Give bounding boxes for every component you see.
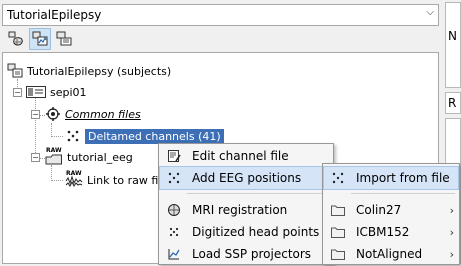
menu-item-digitized-head-points[interactable]: Digitized head points › — [160, 221, 332, 243]
tree-raw-folder-label: tutorial_eeg — [67, 150, 133, 164]
dots-icon — [162, 225, 186, 239]
menu-item-label: Edit channel file — [192, 149, 289, 163]
condition-data-icon — [56, 31, 72, 46]
tree-common-files-node[interactable]: Common files — [45, 105, 141, 123]
menu-item-label: MRI registration — [192, 203, 288, 217]
raw-folder-icon: RAW — [45, 147, 63, 165]
submenu-item-label: Import from file — [356, 171, 450, 185]
collapse-common-files-toggle[interactable]: − — [31, 110, 40, 119]
right-panel-label-mid: R — [448, 96, 457, 110]
chevron-down-icon[interactable]: ⌵ — [426, 7, 434, 18]
folder-icon — [326, 248, 350, 260]
eeg-dots-icon — [162, 171, 186, 185]
menu-item-label: Add EEG positions — [192, 171, 302, 185]
common-files-icon — [46, 107, 60, 121]
right-panel-label-top: N — [448, 29, 457, 43]
collapse-subject-toggle[interactable]: − — [13, 88, 22, 97]
tree-channel-file-label: Deltamed channels (41) — [85, 128, 224, 144]
eeg-dots-icon — [326, 171, 350, 185]
tree-root-node[interactable]: TutorialEpilepsy (subjects) — [7, 62, 171, 80]
anatomy-view-button[interactable] — [5, 28, 27, 50]
menu-item-edit-channel-file[interactable]: Edit channel file — [160, 145, 332, 167]
menu-item-label: Digitized head points — [192, 225, 320, 239]
tree-subject-label: sepi01 — [50, 85, 87, 99]
head-icon — [162, 203, 186, 217]
chevron-right-icon: › — [449, 203, 454, 217]
brain-icon — [8, 31, 23, 46]
menu-item-add-eeg-positions[interactable]: Add EEG positions › — [159, 166, 333, 190]
protocol-selector-value: TutorialEpilepsy — [7, 8, 102, 22]
folder-icon — [326, 226, 350, 238]
submenu-item-label: NotAligned — [356, 247, 423, 261]
submenu-item-notaligned[interactable]: NotAligned › — [324, 243, 458, 265]
tree-raw-folder-node[interactable]: RAW tutorial_eeg — [45, 147, 133, 166]
projector-icon — [162, 247, 186, 261]
submenu-item-icbm152[interactable]: ICBM152 › — [324, 221, 458, 243]
menu-separator — [187, 193, 329, 194]
channel-dots-icon — [67, 130, 79, 142]
submenu-item-label: ICBM152 — [356, 225, 410, 239]
menu-item-load-ssp-projectors[interactable]: Load SSP projectors — [160, 243, 332, 265]
raw-link-icon: RAW — [65, 170, 83, 188]
add-eeg-positions-submenu: Import from file Colin27 › ICBM152 › Not… — [322, 163, 460, 265]
collapse-raw-folder-toggle[interactable]: − — [31, 153, 40, 162]
submenu-item-import-from-file[interactable]: Import from file — [323, 166, 459, 190]
tree-raw-link-node[interactable]: RAW Link to raw file — [65, 170, 169, 189]
tree-common-files-label: Common files — [65, 107, 141, 121]
chevron-right-icon: › — [449, 225, 454, 239]
folder-icon — [326, 204, 350, 216]
subject-data-icon — [32, 31, 48, 46]
functional-subjects-view-button[interactable] — [29, 28, 51, 50]
edit-file-icon — [162, 149, 186, 163]
chevron-right-icon: › — [449, 247, 454, 261]
context-menu: Edit channel file Add EEG positions › MR… — [158, 143, 334, 265]
menu-item-mri-registration[interactable]: MRI registration › — [160, 199, 332, 221]
protocol-selector[interactable]: TutorialEpilepsy ⌵ — [2, 4, 439, 26]
tree-subject-node[interactable]: sepi01 — [26, 83, 87, 101]
tree-root-label: TutorialEpilepsy (subjects) — [27, 64, 172, 78]
submenu-item-label: Colin27 — [356, 203, 402, 217]
protocol-icon — [7, 63, 23, 78]
submenu-item-colin27[interactable]: Colin27 › — [324, 199, 458, 221]
right-panel-top: N — [445, 2, 461, 88]
menu-separator — [351, 193, 455, 194]
functional-conditions-view-button[interactable] — [53, 28, 75, 50]
tree-raw-link-label: Link to raw file — [87, 173, 169, 187]
menu-item-label: Load SSP projectors — [192, 247, 312, 261]
right-panel-field: R — [445, 92, 461, 114]
subject-icon — [26, 86, 46, 98]
